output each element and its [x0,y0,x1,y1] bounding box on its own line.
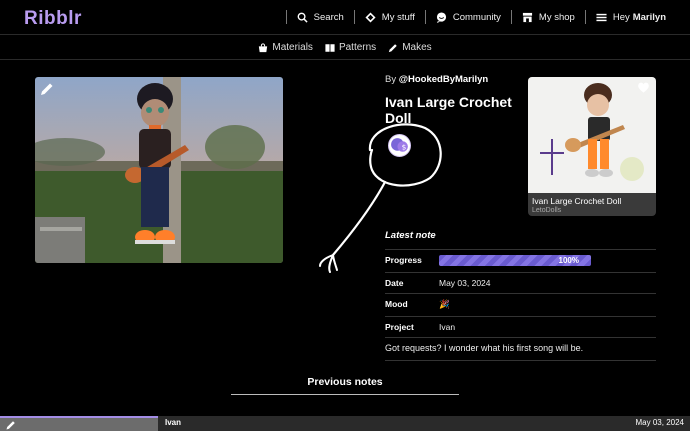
pattern-card[interactable]: Ivan Large Crochet Doll LetoDolls [528,77,656,216]
nav-search-label: Search [313,11,344,23]
note-text: Got requests? I wonder what his first so… [385,343,584,353]
subnav-makes[interactable]: Makes [388,42,432,53]
nav-divider [353,10,355,24]
nav-community[interactable]: Community [436,12,501,23]
project-value[interactable]: Ivan [439,322,455,332]
progress-value: 100% [558,255,579,265]
nav-user-name: Marilyn [632,11,666,23]
heart-icon[interactable] [637,81,650,94]
edit-photo-pencil-icon[interactable] [40,82,54,96]
previous-note-name: Ivan [165,418,182,427]
book-icon [325,43,335,52]
byline-prefix: By [385,74,397,85]
pattern-card-image [528,77,656,193]
project-label: Project [385,322,414,332]
date-row: Date May 03, 2024 [385,272,656,293]
main-nav: Search My stuff Community My shop Hey Ma… [276,0,666,34]
date-value: May 03, 2024 [439,278,491,288]
subnav-materials[interactable]: Materials [258,42,313,53]
mood-value: 🎉 [439,298,450,309]
subnav-materials-label: Materials [272,42,313,53]
previous-notes-heading: Previous notes [307,376,383,388]
mood-label: Mood [385,299,408,309]
nav-community-label: Community [452,11,501,23]
svg-text:$: $ [402,143,407,152]
date-label: Date [385,278,404,288]
divider [385,337,656,338]
nav-search[interactable]: Search [297,12,344,23]
subnav-patterns[interactable]: Patterns [325,42,376,53]
nav-divider [584,10,586,24]
nav-divider [285,10,287,24]
project-row: Project Ivan [385,316,656,337]
chat-icon [436,11,446,23]
pattern-card-author[interactable]: LetoDolls [532,207,561,214]
nav-my-shop[interactable]: My shop [522,12,575,23]
make-title: Ivan Large Crochet Doll [385,94,512,126]
nav-my-stuff[interactable]: My stuff [365,12,415,23]
nav-divider [510,10,512,24]
previous-note-thumbnail [0,416,158,431]
shop-icon [522,12,533,22]
divider [385,360,656,361]
pencil-icon[interactable] [6,420,16,430]
latest-note-heading: Latest note [385,230,436,241]
progress-row: Progress 100% [385,249,656,270]
ribblr-logo[interactable]: Ribblr [24,8,82,30]
progress-label: Progress [385,255,422,265]
nav-my-shop-label: My shop [538,11,575,23]
nav-greeting: Hey [612,11,630,23]
diamond-icon [365,11,376,23]
make-byline: By @HookedByMarilyn [385,74,488,85]
pen-icon [389,43,397,52]
progress-bar: 100% [439,254,591,266]
sub-nav: Materials Patterns Makes [0,36,690,60]
author-link[interactable]: @HookedByMarilyn [399,74,489,85]
mood-row: Mood 🎉 [385,293,656,314]
nav-user-menu[interactable]: Hey Marilyn [596,12,666,23]
top-bar: Ribblr Search My stuff Community My shop… [0,0,690,35]
menu-icon [596,13,607,21]
nav-divider [424,10,426,24]
subnav-patterns-label: Patterns [338,42,377,53]
make-photo[interactable] [35,77,283,263]
pattern-card-title: Ivan Large Crochet Doll [532,196,622,206]
subnav-makes-label: Makes [402,42,432,53]
pattern-badge-icon: $ [391,138,408,152]
search-icon [297,12,308,23]
previous-note-item[interactable]: Ivan May 03, 2024 [0,416,690,431]
avatar[interactable]: $ [388,134,411,157]
bag-icon [259,42,268,52]
previous-note-date: May 03, 2024 [635,418,684,427]
previous-notes-underline [231,394,459,395]
nav-my-stuff-label: My stuff [381,11,415,23]
